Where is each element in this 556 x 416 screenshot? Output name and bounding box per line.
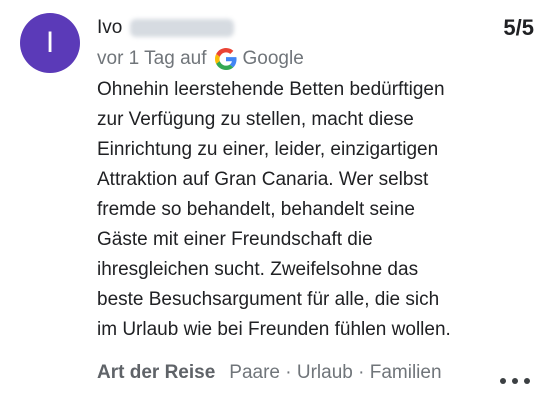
trip-type: Art der Reise Paare · Urlaub · Familien (97, 361, 442, 385)
more-dot-1 (500, 378, 506, 384)
review-text: Ohnehin leerstehende Betten bedürftigen … (97, 79, 451, 340)
avatar[interactable]: I (20, 13, 80, 73)
review-time: vor 1 Tag auf (97, 48, 207, 69)
google-g-icon (214, 48, 237, 70)
author-first-name: Ivo (97, 17, 123, 38)
more-dot-2 (512, 378, 518, 384)
trip-type-label: Art der Reise (97, 362, 216, 383)
review-score: 5/5 (503, 15, 534, 40)
review-meta: vor 1 Tag auf Google (97, 47, 304, 71)
review-source[interactable]: Google (243, 47, 304, 71)
avatar-letter: I (45, 26, 55, 59)
more-options-icon[interactable] (500, 375, 530, 387)
trip-type-values: Paare · Urlaub · Familien (229, 362, 442, 383)
author-surname-redacted (130, 19, 235, 37)
more-dot-3 (524, 378, 530, 384)
author-name[interactable]: Ivo (97, 16, 235, 40)
